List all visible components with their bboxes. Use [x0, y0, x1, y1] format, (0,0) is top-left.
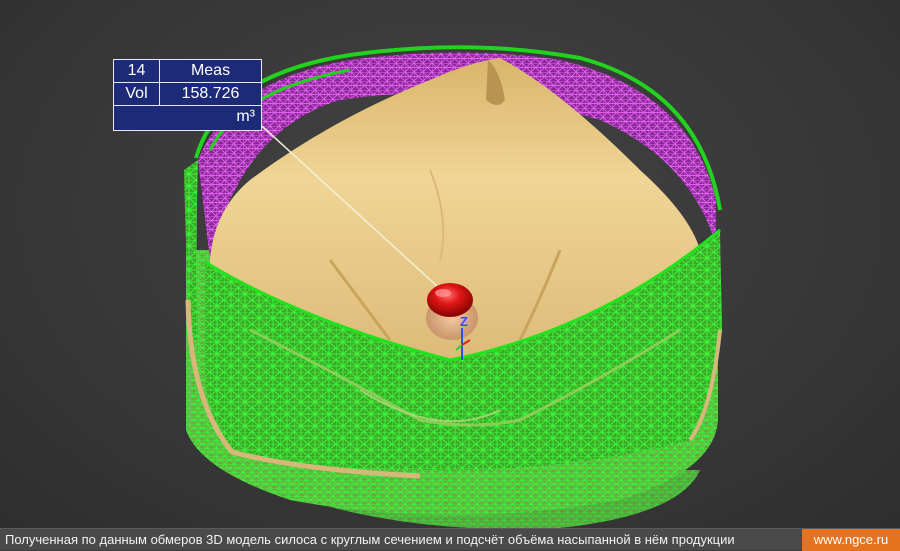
- measurement-value-row: Vol 158.726: [114, 83, 261, 106]
- measurement-label[interactable]: 14 Meas Vol 158.726 m³: [113, 59, 262, 131]
- caption-text: Полученная по данным обмеров 3D модель с…: [5, 532, 735, 547]
- measurement-header-row: 14 Meas: [114, 60, 261, 83]
- measurement-value: 158.726: [181, 85, 240, 102]
- measurement-unit-row: m³: [114, 106, 261, 130]
- centroid-marker: [427, 283, 473, 317]
- axis-z-label: Z: [460, 314, 468, 329]
- measurement-type: Meas: [190, 62, 231, 79]
- 3d-viewport[interactable]: Z 14 Meas Vol 158.726 m³: [0, 0, 900, 528]
- measurement-unit: m³: [236, 108, 255, 125]
- caption-bar: Полученная по данным обмеров 3D модель с…: [0, 528, 900, 551]
- measurement-label-name: Vol: [114, 83, 160, 105]
- measurement-id: 14: [114, 60, 160, 82]
- site-link[interactable]: www.ngce.ru: [802, 529, 900, 551]
